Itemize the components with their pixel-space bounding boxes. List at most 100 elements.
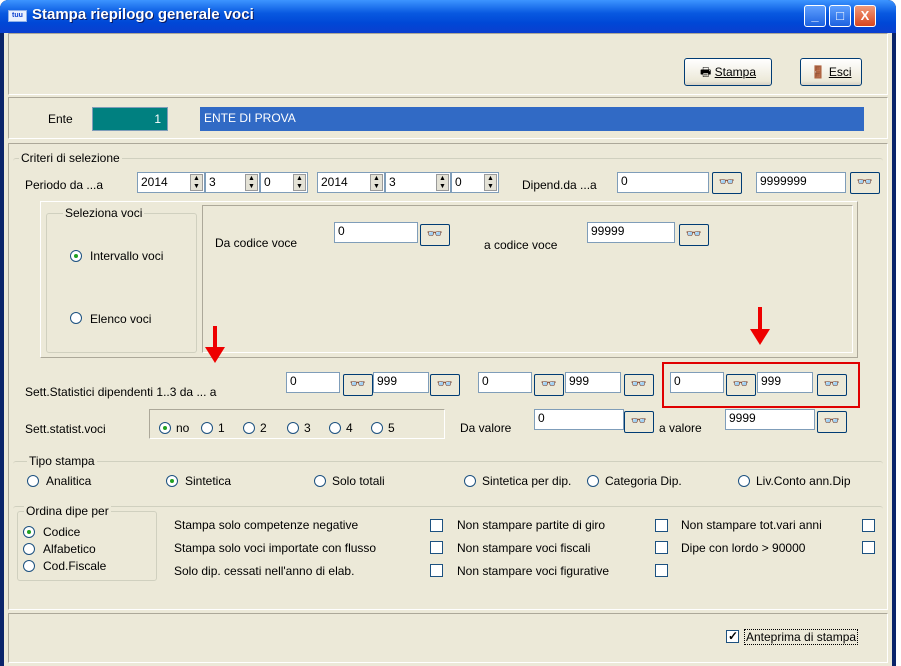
ente-label: Ente <box>48 112 73 126</box>
dipend-to-input[interactable]: 9999999 <box>756 172 846 193</box>
check-cessati[interactable] <box>430 564 443 577</box>
anteprima-label: Anteprima di stampa <box>744 629 859 645</box>
seleziona-voci-group: Seleziona voci <box>46 206 197 353</box>
printer-icon: 🖶 <box>699 65 712 79</box>
check-lordo[interactable] <box>862 541 875 554</box>
tipo-stampa-group: Tipo stampa <box>13 454 883 493</box>
glasses-icon[interactable]: 👓 <box>817 411 847 433</box>
da-codice-input[interactable]: 0 <box>334 222 418 243</box>
ordina-radio-alfabetico[interactable] <box>23 543 35 555</box>
sett-voci-label-4: 4 <box>346 421 353 435</box>
sett1-to-input[interactable]: 999 <box>373 372 429 393</box>
maximize-button[interactable]: □ <box>829 5 851 27</box>
check-partite-giro[interactable] <box>655 519 668 532</box>
sett-voci-radio-1[interactable] <box>201 422 213 434</box>
title-bar[interactable]: tuu Stampa riepilogo generale voci _ □ X <box>0 0 896 33</box>
anteprima-checkbox[interactable] <box>726 629 739 643</box>
dialog-client: 🖶 Stampa 🚪 Esci Ente 1 ENTE DI PROVA Cri… <box>4 33 892 666</box>
stampa-button[interactable]: 🖶 Stampa <box>684 58 772 86</box>
annotation-arrow-icon <box>205 347 225 363</box>
minimize-button[interactable]: _ <box>804 5 826 27</box>
check-competenze-negative[interactable] <box>430 519 443 532</box>
exit-icon: 🚪 <box>810 65 826 79</box>
check-label-competenze-negative: Stampa solo competenze negative <box>174 518 359 532</box>
tipo-radio-liv-conto[interactable] <box>738 475 750 487</box>
ordina-label-alfabetico: Alfabetico <box>43 542 96 556</box>
sett-voci-label-no: no <box>176 421 190 435</box>
spin-arrows-icon[interactable]: ▲ ▼ <box>370 174 383 191</box>
check-tot-vari-anni[interactable] <box>862 519 875 532</box>
elenco-voci-label: Elenco voci <box>90 312 152 326</box>
ente-code: 1 <box>92 107 168 131</box>
spin-value: 2014 <box>141 175 168 189</box>
a-valore-label: a valore <box>659 421 702 435</box>
tipo-radio-solo-totali[interactable] <box>314 475 326 487</box>
glasses-icon[interactable]: 👓 <box>534 374 564 396</box>
glasses-icon[interactable]: 👓 <box>624 374 654 396</box>
glasses-icon[interactable]: 👓 <box>343 374 373 396</box>
glasses-icon[interactable]: 👓 <box>817 374 847 396</box>
tipo-radio-analitica[interactable] <box>27 475 39 487</box>
spin-value: 0 <box>264 175 271 189</box>
app-icon: tuu <box>8 10 27 22</box>
sett-voci-radio-2[interactable] <box>243 422 255 434</box>
check-label-voci-importate: Stampa solo voci importate con flusso <box>174 541 377 555</box>
spin-arrows-icon[interactable]: ▲ ▼ <box>245 174 258 191</box>
spin-value: 2014 <box>321 175 348 189</box>
tipo-label-solo-totali: Solo totali <box>332 474 385 488</box>
spin-value: 3 <box>209 175 216 189</box>
periodo-x-a[interactable]: 0 ▲ ▼ <box>451 172 499 193</box>
a-codice-label: a codice voce <box>484 238 558 252</box>
sett3-from-input[interactable]: 0 <box>670 372 724 393</box>
spin-arrows-icon[interactable]: ▲ ▼ <box>436 174 449 191</box>
ordina-radio-codfiscale[interactable] <box>23 560 35 572</box>
periodo-x-da[interactable]: 0 ▲ ▼ <box>260 172 308 193</box>
check-voci-figurative[interactable] <box>655 564 668 577</box>
check-voci-importate[interactable] <box>430 541 443 554</box>
spin-arrows-icon[interactable]: ▲ ▼ <box>293 174 306 191</box>
check-label-partite-giro: Non stampare partite di giro <box>457 518 606 532</box>
seleziona-voci-title: Seleziona voci <box>63 206 145 220</box>
check-voci-fiscali[interactable] <box>655 541 668 554</box>
periodo-mese-a[interactable]: 3 ▲ ▼ <box>385 172 451 193</box>
glasses-icon[interactable]: 👓 <box>624 411 654 433</box>
periodo-anno-da[interactable]: 2014 ▲ ▼ <box>137 172 205 193</box>
elenco-voci-radio[interactable] <box>70 312 82 324</box>
da-valore-input[interactable]: 0 <box>534 409 624 430</box>
glasses-icon[interactable]: 👓 <box>712 172 742 194</box>
tipo-label-categoria: Categoria Dip. <box>605 474 682 488</box>
tipo-label-sintetica: Sintetica <box>185 474 232 488</box>
glasses-icon[interactable]: 👓 <box>726 374 756 396</box>
sett1-from-input[interactable]: 0 <box>286 372 340 393</box>
ordina-radio-codice[interactable] <box>23 526 35 538</box>
sett3-to-input[interactable]: 999 <box>757 372 813 393</box>
sett2-from-input[interactable]: 0 <box>478 372 532 393</box>
sett-voci-radio-4[interactable] <box>329 422 341 434</box>
tipo-radio-categoria[interactable] <box>587 475 599 487</box>
close-button[interactable]: X <box>854 5 876 27</box>
a-codice-input[interactable]: 99999 <box>587 222 675 243</box>
periodo-anno-a[interactable]: 2014 ▲ ▼ <box>317 172 385 193</box>
sett-voci-radio-3[interactable] <box>287 422 299 434</box>
da-valore-label: Da valore <box>460 421 512 435</box>
glasses-icon[interactable]: 👓 <box>679 224 709 246</box>
a-valore-input[interactable]: 9999 <box>725 409 815 430</box>
intervallo-voci-radio[interactable] <box>70 250 82 262</box>
glasses-icon[interactable]: 👓 <box>420 224 450 246</box>
glasses-icon[interactable]: 👓 <box>850 172 880 194</box>
esci-button[interactable]: 🚪 Esci <box>800 58 862 86</box>
esci-label: Esci <box>828 65 852 79</box>
periodo-mese-da[interactable]: 3 ▲ ▼ <box>205 172 260 193</box>
sett2-to-input[interactable]: 999 <box>565 372 621 393</box>
spin-arrows-icon[interactable]: ▲ ▼ <box>484 174 497 191</box>
tipo-label-sintetica-dip: Sintetica per dip. <box>482 474 572 488</box>
spin-arrows-icon[interactable]: ▲ ▼ <box>190 174 203 191</box>
periodo-label: Periodo da ...a <box>25 178 104 192</box>
tipo-radio-sintetica-dip[interactable] <box>464 475 476 487</box>
tipo-radio-sintetica[interactable] <box>166 475 178 487</box>
glasses-icon[interactable]: 👓 <box>430 374 460 396</box>
dipend-from-input[interactable]: 0 <box>617 172 709 193</box>
tipo-stampa-title: Tipo stampa <box>27 454 97 468</box>
sett-voci-radio-5[interactable] <box>371 422 383 434</box>
sett-voci-radio-no[interactable] <box>159 422 171 434</box>
